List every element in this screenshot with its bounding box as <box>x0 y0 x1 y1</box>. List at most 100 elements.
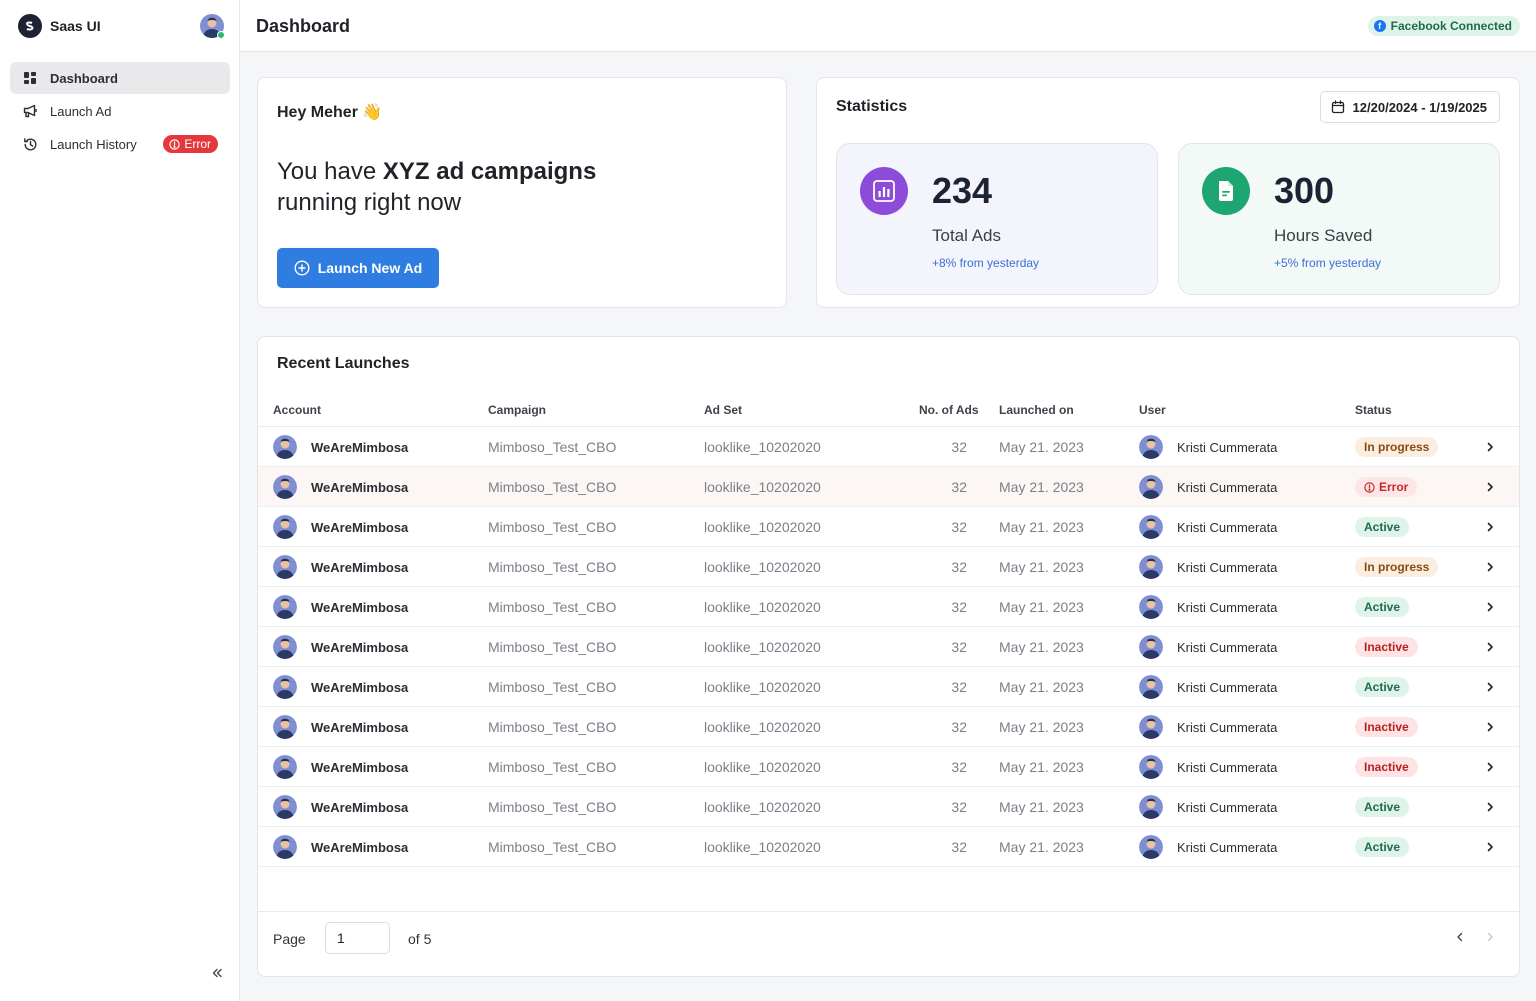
row-open-button[interactable] <box>1480 507 1500 547</box>
user-name: Kristi Cummerata <box>1177 519 1278 535</box>
hours-saved-value: 300 <box>1274 170 1335 211</box>
account-cell: WeAreMimbosa <box>273 547 408 587</box>
campaign-cell: Mimboso_Test_CBO <box>488 679 617 695</box>
user-cell: Kristi Cummerata <box>1139 787 1277 827</box>
chevron-right-icon <box>1487 442 1493 452</box>
campaign-cell: Mimboso_Test_CBO <box>488 839 617 855</box>
account-cell: WeAreMimbosa <box>273 467 408 507</box>
account-name: WeAreMimbosa <box>311 599 409 615</box>
next-page-button[interactable] <box>1481 928 1499 946</box>
ad-set-cell: looklike_10202020 <box>704 759 821 775</box>
table-row[interactable]: WeAreMimbosa Mimboso_Test_CBO looklike_102… <box>258 827 1519 867</box>
row-open-button[interactable] <box>1480 667 1500 707</box>
chevron-right-icon <box>1487 842 1493 852</box>
previous-page-button[interactable] <box>1451 928 1469 946</box>
ad-set-cell: looklike_10202020 <box>704 439 821 455</box>
account-avatar <box>273 515 297 539</box>
alert-circle-icon <box>1364 481 1375 493</box>
column-header-account[interactable]: Account <box>273 403 321 417</box>
account-avatar <box>273 835 297 859</box>
campaign-cell: Mimboso_Test_CBO <box>488 759 617 775</box>
table-row[interactable]: WeAreMimbosa Mimboso_Test_CBO looklike_102… <box>258 747 1519 787</box>
sidebar-item-dashboard[interactable]: Dashboard <box>10 62 230 94</box>
status-badge: Inactive <box>1355 757 1418 777</box>
table-row[interactable]: WeAreMimbosa Mimboso_Test_CBO looklike_102… <box>258 667 1519 707</box>
top-header: Dashboard f Facebook Connected <box>240 0 1536 52</box>
account-name: WeAreMimbosa <box>311 679 409 695</box>
hours-saved-delta: +5% from yesterday <box>1274 256 1382 270</box>
user-name: Kristi Cummerata <box>1177 839 1278 855</box>
column-header-launched-on[interactable]: Launched on <box>999 403 1074 417</box>
chevron-left-icon <box>1457 932 1463 942</box>
campaign-cell: Mimboso_Test_CBO <box>488 799 617 815</box>
ad-set-cell: looklike_10202020 <box>704 719 821 735</box>
table-row[interactable]: WeAreMimbosa Mimboso_Test_CBO looklike_102… <box>258 427 1519 467</box>
ad-set-cell: looklike_10202020 <box>704 479 821 495</box>
page-number-input[interactable] <box>325 922 390 954</box>
date-range-picker[interactable]: 12/20/2024 - 1/19/2025 <box>1319 91 1500 123</box>
page-label: Page <box>273 931 306 947</box>
user-name: Kristi Cummerata <box>1177 759 1278 775</box>
status-badge: Error <box>1355 477 1418 497</box>
no-of-ads-cell: 32 <box>951 599 967 615</box>
column-header-ad-set[interactable]: Ad Set <box>704 403 742 417</box>
status-badge: Active <box>1355 597 1410 617</box>
no-of-ads-cell: 32 <box>951 719 967 735</box>
campaign-headline: You have XYZ ad campaigns running right … <box>277 158 597 216</box>
account-avatar <box>273 795 297 819</box>
launched-on-cell: May 21. 2023 <box>999 799 1084 815</box>
hours-saved-stat: 300 Hours Saved +5% from yesterday <box>1178 143 1500 295</box>
user-avatar <box>1139 675 1163 699</box>
account-cell: WeAreMimbosa <box>273 507 408 547</box>
column-header-status[interactable]: Status <box>1355 403 1392 417</box>
user-avatar <box>1139 755 1163 779</box>
row-open-button[interactable] <box>1480 427 1500 467</box>
table-row[interactable]: WeAreMimbosa Mimboso_Test_CBO looklike_102… <box>258 507 1519 547</box>
account-cell: WeAreMimbosa <box>273 587 408 627</box>
sidebar-item-launch-ad[interactable]: Launch Ad <box>10 95 230 127</box>
table-row[interactable]: WeAreMimbosa Mimboso_Test_CBO looklike_102… <box>258 547 1519 587</box>
column-header-campaign[interactable]: Campaign <box>488 403 546 417</box>
no-of-ads-cell: 32 <box>951 559 967 575</box>
row-open-button[interactable] <box>1480 547 1500 587</box>
table-row[interactable]: WeAreMimbosa Mimboso_Test_CBO looklike_102… <box>258 787 1519 827</box>
column-header-no-of-ads[interactable]: No. of Ads <box>919 403 979 417</box>
table-row[interactable]: WeAreMimbosa Mimboso_Test_CBO looklike_102… <box>258 467 1519 507</box>
row-open-button[interactable] <box>1480 787 1500 827</box>
row-open-button[interactable] <box>1480 627 1500 667</box>
user-name: Kristi Cummerata <box>1177 599 1278 615</box>
status-cell: Inactive <box>1355 747 1418 787</box>
column-header-user[interactable]: User <box>1139 403 1166 417</box>
row-open-button[interactable] <box>1480 827 1500 867</box>
user-cell: Kristi Cummerata <box>1139 587 1277 627</box>
status-badge: Inactive <box>1355 717 1418 737</box>
user-cell: Kristi Cummerata <box>1139 707 1277 747</box>
megaphone-icon <box>22 103 38 119</box>
no-of-ads-cell: 32 <box>951 519 967 535</box>
account-avatar <box>273 595 297 619</box>
account-name: WeAreMimbosa <box>311 439 409 455</box>
campaign-cell: Mimboso_Test_CBO <box>488 599 617 615</box>
chevron-right-icon <box>1487 642 1493 652</box>
sidebar-item-label: Launch Ad <box>50 103 112 119</box>
chevron-right-icon <box>1487 722 1493 732</box>
user-cell: Kristi Cummerata <box>1139 547 1277 587</box>
launch-new-ad-button[interactable]: Launch New Ad <box>277 248 439 288</box>
row-open-button[interactable] <box>1480 707 1500 747</box>
account-name: WeAreMimbosa <box>311 719 409 735</box>
chevron-right-icon <box>1487 762 1493 772</box>
row-open-button[interactable] <box>1480 467 1500 507</box>
brand[interactable]: Saas UI <box>18 14 101 38</box>
table-row[interactable]: WeAreMimbosa Mimboso_Test_CBO looklike_102… <box>258 707 1519 747</box>
status-cell: Inactive <box>1355 707 1418 747</box>
row-open-button[interactable] <box>1480 587 1500 627</box>
user-avatar[interactable] <box>200 14 225 39</box>
collapse-sidebar-button[interactable] <box>208 964 226 982</box>
status-cell: Active <box>1355 587 1410 627</box>
table-row[interactable]: WeAreMimbosa Mimboso_Test_CBO looklike_102… <box>258 627 1519 667</box>
table-row[interactable]: WeAreMimbosa Mimboso_Test_CBO looklike_102… <box>258 587 1519 627</box>
chevron-right-icon <box>1487 932 1493 942</box>
row-open-button[interactable] <box>1480 747 1500 787</box>
sidebar-item-launch-history[interactable]: Launch History Error <box>10 128 230 160</box>
status-badge: Inactive <box>1355 637 1418 657</box>
